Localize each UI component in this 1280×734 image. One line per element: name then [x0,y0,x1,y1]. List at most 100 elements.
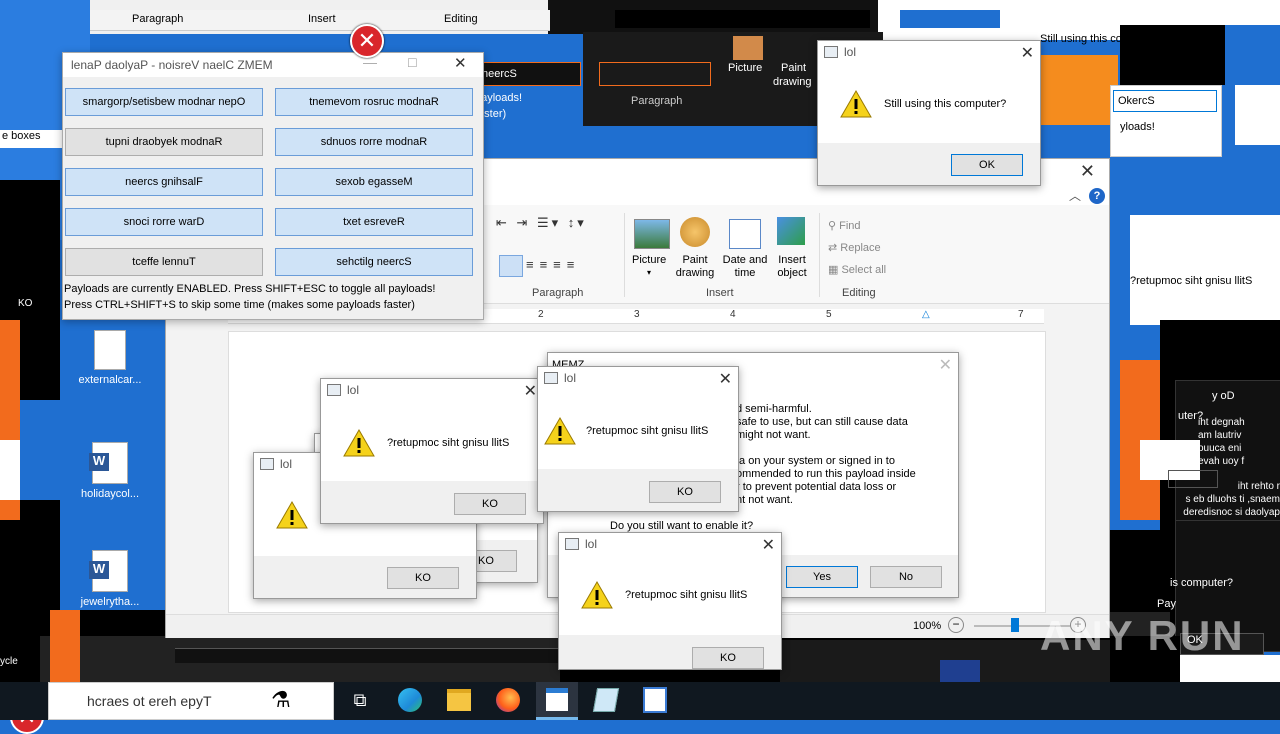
payload-button-cursor[interactable]: tnemevom rosruc modnaR [275,88,473,116]
desktop-icon-jewelrytha[interactable]: W jewelrytha... [70,550,150,608]
no-button[interactable]: No [870,566,942,588]
ok-button[interactable]: KO [454,493,526,515]
ok-button[interactable]: KO [692,647,764,669]
payload-button-message-boxes[interactable]: sexob egasseM [275,168,473,196]
payload-button-screen-glitches[interactable]: sehctilg neercS [275,248,473,276]
date-time-label: Date and time [722,254,768,279]
dialog-body: Still using this computer? [818,63,1040,145]
payload-button-tunnel[interactable]: tceffe lennuT [65,248,263,276]
select-all-button[interactable]: ▦ Select all [828,263,886,276]
glitch-text: s eb dluohs ti ,snaem [1185,494,1280,505]
app-icon [544,372,558,384]
payload-button-error-icons[interactable]: snoci rorre warD [65,208,263,236]
payload-button-keyboard[interactable]: tupni draobyek modnaR [65,128,263,156]
payload-button-flashing[interactable]: neercs gnihsalF [65,168,263,196]
date-time-button[interactable]: Date and time [720,254,770,280]
notepad-taskbar-icon[interactable] [592,686,620,714]
ok-label: KO [478,555,494,567]
memz-titlebar: lenaP daolyaP - noisreV naelC ZMEM — ☐ ✕ [63,53,483,77]
help-icon[interactable]: ? [1089,188,1105,204]
glitch-text: ycle [0,656,18,667]
find-label: Find [839,220,861,232]
glitch-block [1238,88,1280,112]
app-icon [565,538,579,550]
glitch-text-block: iht degnah am lautriv ouuca eni evah uoy… [1198,416,1245,468]
close-icon[interactable]: ✕ [1021,43,1034,63]
payload-label: tupni draobyek modnaR [105,136,223,148]
desktop-icon-label: holidaycol... [80,488,140,500]
ok-button[interactable]: KO [649,481,721,503]
glitch-text: ?retupmoc siht gnisu llitS [1130,275,1253,287]
glitch-text: yloads! [1120,121,1155,133]
warning-icon [343,429,375,457]
payload-label: smargorp/setisbew modnar nepO [82,96,246,108]
calendar-icon[interactable] [729,219,761,249]
glitch-text: OkercS [1118,95,1155,107]
payload-label: neercs gnihsalF [125,176,203,188]
close-icon[interactable]: ✕ [939,355,952,375]
close-icon[interactable]: ✕ [524,381,537,401]
zoom-out-icon[interactable]: − [948,617,964,633]
file-explorer-icon[interactable] [445,686,473,714]
dialog-titlebar: lol [559,533,781,555]
glitch-block [900,10,1000,28]
search-box[interactable]: hcraes ot ereh epyT ⚗ [48,682,334,720]
glitch-block [0,440,20,500]
glitch-text: is computer? [1170,577,1233,589]
tab-insert: Insert [308,13,336,25]
binoculars-icon: ⚲ [828,220,840,232]
close-icon[interactable]: ✕ [1080,161,1095,182]
app-icon [824,46,838,58]
picture-icon[interactable] [634,219,670,249]
desktop-icon-label: externalcar... [78,374,142,386]
find-button[interactable]: ⚲ Find [828,219,861,232]
wordpad-taskbar-icon[interactable] [536,682,578,720]
replace-button[interactable]: ⇄ Replace [828,241,881,254]
paragraph-buttons-row1[interactable]: ⇤ ⇥ ☰▾ ↕▾ [496,215,587,231]
anyrun-watermark: ANY RUN [1040,612,1245,659]
search-highlight-icon: ⚗ [271,687,291,712]
warning-icon [276,501,308,529]
insert-object-button[interactable]: Insert object [771,254,813,280]
glitch-text: Paint [781,62,807,74]
align-left-button[interactable] [499,255,523,277]
yes-button[interactable]: Yes [786,566,858,588]
zoom-slider-thumb[interactable] [1011,618,1019,632]
glitch-block [615,10,870,28]
dialog-message: ?retupmoc siht gnisu llitS [625,589,748,601]
chevron-up-icon[interactable]: ︿ [1069,187,1081,204]
select-all-icon: ▦ [828,264,842,276]
close-icon[interactable]: ✕ [454,54,467,72]
desktop-icon-holidaycol[interactable]: W holidaycol... [70,442,150,500]
close-icon[interactable]: ✕ [719,369,732,389]
firefox-icon[interactable] [494,686,522,714]
ruler-mark: 7 [1018,309,1024,320]
task-view-icon[interactable]: ⧉ [346,686,374,714]
dialog-title: lol [844,45,857,59]
payload-button-error-sounds[interactable]: sdnuos rorre modnaR [275,128,473,156]
payload-button-reverse-text[interactable]: txet esreveR [275,208,473,236]
image-file-icon [94,330,126,370]
glitch-button: OkercS [1113,90,1217,112]
paint-drawing-button[interactable]: Paint drawing [672,254,718,280]
warning-line: might not want. [736,429,811,441]
warning-line: nt not want. [736,494,793,506]
picture-button[interactable]: Picture [632,254,666,266]
ok-label: KO [482,498,498,510]
desktop-icon-externalcar[interactable]: externalcar... [70,330,150,386]
edge-icon[interactable] [396,686,424,714]
close-icon[interactable]: ✕ [762,535,775,555]
glitch-text: iht degnah [1198,417,1245,428]
insert-object-icon[interactable] [777,217,805,245]
glitch-text: am lautriv [1198,430,1242,441]
maximize-icon[interactable]: ☐ [407,56,418,70]
ok-button[interactable]: OK [951,154,1023,176]
dialog-body: ?retupmoc siht gnisu llitS [538,389,738,473]
app-taskbar-icon[interactable] [641,686,669,714]
align-buttons[interactable]: ≡≡≡≡ [526,257,580,272]
indent-marker[interactable]: △ [922,309,930,320]
ok-button[interactable]: KO [387,567,459,589]
payload-button-open-random[interactable]: smargorp/setisbew modnar nepO [65,88,263,116]
paint-palette-icon[interactable] [680,217,710,247]
glitch-text: iht rehto r [1237,481,1280,492]
